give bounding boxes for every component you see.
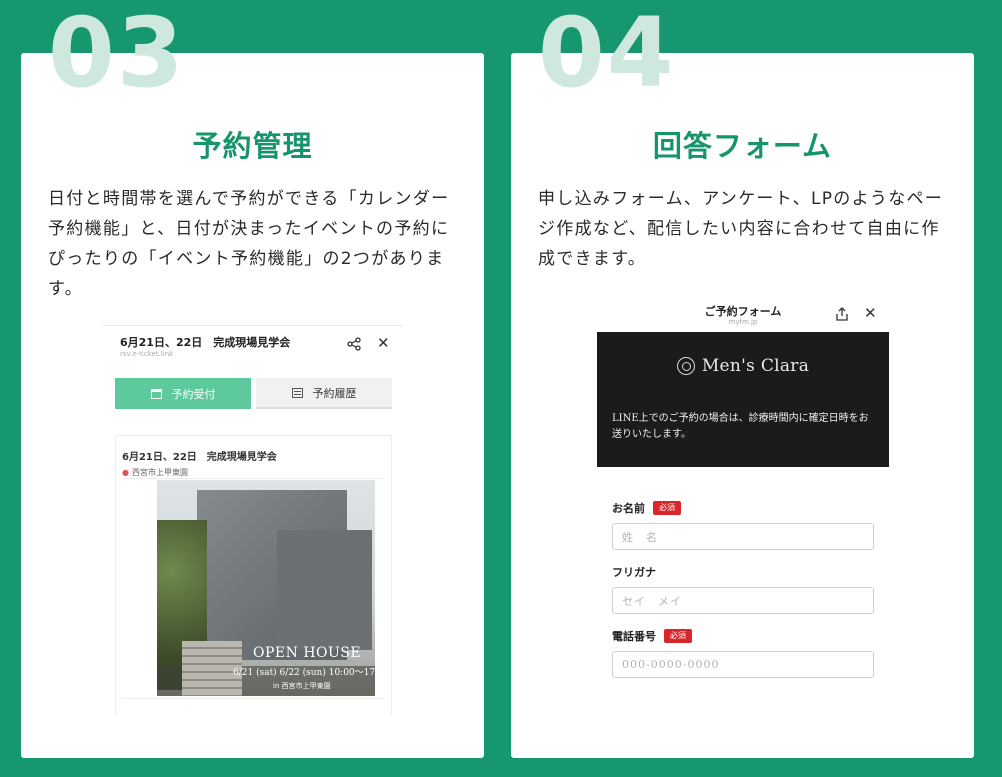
tab-label: 予約受付 — [171, 387, 216, 401]
field-label-text: フリガナ — [612, 566, 656, 579]
location-pin-icon: ● — [122, 468, 129, 477]
required-badge: 必須 — [653, 501, 681, 515]
required-badge: 必須 — [664, 629, 692, 643]
field-label-phone: 電話番号 必須 — [612, 628, 692, 644]
form-screenshot: ご予約フォーム myfm.jp ✕ Men's Clara LINE上でのご予約… — [597, 299, 889, 689]
name-input[interactable]: 姓 名 — [612, 523, 874, 550]
divider — [103, 325, 402, 326]
field-label-text: お名前 — [612, 502, 645, 515]
photo-house-wing — [277, 530, 372, 650]
photo-place: in 西宮市上甲東園 — [273, 682, 331, 690]
feature-title: 予約管理 — [192, 129, 313, 163]
field-label-name: お名前 必須 — [612, 500, 681, 516]
event-location-text: 西宮市上甲東園 — [131, 468, 188, 477]
tab-history[interactable]: 予約履歴 — [256, 378, 392, 409]
feature-card-reservation: 03 予約管理 日付と時間帯を選んで予約ができる「カレンダー予約機能」と、日付が… — [21, 5, 484, 758]
close-icon[interactable]: ✕ — [864, 306, 877, 321]
brand-logo: Men's Clara — [597, 356, 889, 376]
brand-banner: Men's Clara LINE上でのご予約の場合は、診療時間内に確定日時をお送… — [597, 332, 889, 467]
feature-description: 申し込みフォーム、アンケート、LPのようなページ作成など、配信したい内容に合わせ… — [538, 189, 944, 269]
list-icon — [291, 387, 303, 398]
reservation-screenshot: 6月21日、22日 完成現場見学会 rsv.e-ticket.link ✕ 予約… — [103, 325, 402, 715]
share-icon[interactable] — [347, 337, 361, 351]
event-title: 6月21日、22日 完成現場見学会 — [122, 452, 277, 463]
furigana-input[interactable]: セイ メイ — [612, 587, 874, 614]
photo-headline: OPEN HOUSE — [253, 645, 362, 661]
feature-card-form: 04 回答フォーム 申し込みフォーム、アンケート、LPのようなページ作成など、配… — [511, 5, 974, 758]
tab-label: 予約履歴 — [312, 386, 357, 400]
feature-description: 日付と時間帯を選んで予約ができる「カレンダー予約機能」と、日付が決まったイベント… — [48, 189, 450, 299]
close-icon[interactable]: ✕ — [377, 336, 390, 351]
mock-header-url: rsv.e-ticket.link — [120, 350, 174, 358]
calendar-icon — [150, 388, 162, 399]
divider — [122, 698, 385, 699]
feature-number: 04 — [538, 0, 676, 109]
feature-title: 回答フォーム — [652, 129, 833, 163]
tab-reservation[interactable]: 予約受付 — [115, 378, 251, 409]
banner-notice: LINE上でのご予約の場合は、診療時間内に確定日時をお送りいたします。 — [612, 413, 869, 440]
divider — [122, 478, 385, 479]
event-card[interactable]: 6月21日、22日 完成現場見学会 ● 西宮市上甲東園 OPEN HOUSE 6/… — [115, 435, 392, 715]
event-photo: OPEN HOUSE 6/21 (sat) 6/22 (sun) 10:00〜1… — [157, 480, 375, 696]
feature-number: 03 — [48, 0, 186, 109]
phone-input[interactable]: 000-0000-0000 — [612, 651, 874, 678]
field-label-text: 電話番号 — [612, 630, 656, 643]
mock-header-title: 6月21日、22日 完成現場見学会 — [120, 336, 291, 349]
field-label-furigana: フリガナ — [612, 564, 656, 580]
brand-emblem-icon — [676, 357, 695, 375]
brand-name: Men's Clara — [701, 356, 810, 376]
event-location: ● 西宮市上甲東園 — [122, 467, 188, 478]
share-icon[interactable] — [835, 307, 849, 321]
photo-dates: 6/21 (sat) 6/22 (sun) 10:00〜17:00 — [233, 668, 375, 678]
